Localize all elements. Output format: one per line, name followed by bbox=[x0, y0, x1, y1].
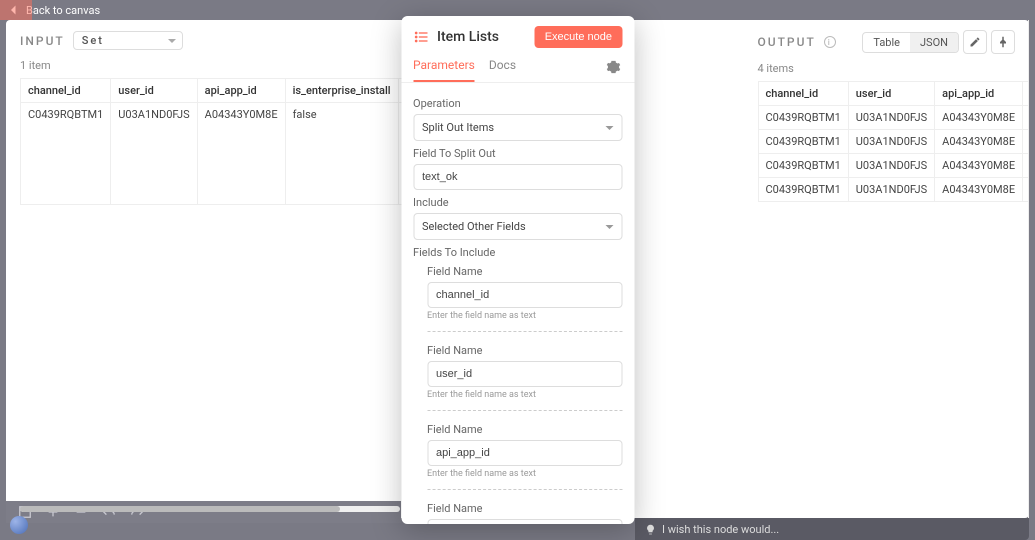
field-hint: Enter the field name as text bbox=[427, 311, 622, 321]
table-row: C0439RQBTM1U03A1ND0FJSA04343Y0M8Efalseja… bbox=[758, 130, 1029, 154]
include-field-item: Field Name Enter the field name as text bbox=[427, 265, 622, 321]
lightbulb-icon bbox=[645, 524, 656, 535]
node-settings-panel: Item Lists Execute node Parameters Docs … bbox=[401, 16, 634, 524]
back-label: Back to canvas bbox=[26, 4, 100, 17]
output-title: OUTPUT i bbox=[758, 35, 836, 49]
info-icon[interactable]: i bbox=[824, 36, 836, 48]
input-scrollbar[interactable] bbox=[20, 506, 400, 512]
cell: false bbox=[1023, 106, 1029, 130]
cell: C0439RQBTM1 bbox=[758, 178, 848, 202]
output-table: channel_iduser_idapi_app_idis_enterprise… bbox=[758, 81, 1030, 202]
node-settings-gear[interactable] bbox=[606, 60, 620, 77]
execute-node-button[interactable]: Execute node bbox=[535, 26, 622, 48]
field-name-label: Field Name bbox=[427, 344, 622, 357]
cell: C0439RQBTM1 bbox=[758, 130, 848, 154]
table-row: C0439RQBTM1U03A1ND0FJSA04343Y0M8Efalseru… bbox=[758, 154, 1029, 178]
node-title: Item Lists bbox=[413, 29, 499, 45]
table-row: C0439RQBTM1U03A1ND0FJSA04343Y0M8Efalseno… bbox=[758, 178, 1029, 202]
table-row: C0439RQBTM1U03A1ND0FJSA04343Y0M8Efalsety… bbox=[758, 106, 1029, 130]
cell: U03A1ND0FJS bbox=[111, 103, 197, 205]
cell: false bbox=[1023, 130, 1029, 154]
brand-corner bbox=[0, 0, 32, 20]
include-field-item: Field Name Enter the field name as text bbox=[427, 331, 622, 400]
cell: false bbox=[285, 103, 398, 205]
output-count: 4 items bbox=[758, 62, 1016, 75]
list-icon bbox=[413, 29, 429, 45]
col-user_id[interactable]: user_id bbox=[111, 79, 197, 103]
cell: U03A1ND0FJS bbox=[848, 106, 934, 130]
pencil-icon bbox=[969, 36, 981, 48]
field-name-label: Field Name bbox=[427, 265, 622, 278]
field-name-label: Field Name bbox=[427, 502, 622, 515]
field-name-label: Field Name bbox=[427, 423, 622, 436]
field-name-input[interactable] bbox=[427, 282, 622, 308]
gear-icon bbox=[606, 60, 620, 74]
fields-to-include-label: Fields To Include bbox=[413, 246, 622, 259]
field-name-input[interactable] bbox=[427, 519, 622, 524]
cell: A04343Y0M8E bbox=[197, 103, 285, 205]
col-is_enterprise_install[interactable]: is_enterprise_install bbox=[285, 79, 398, 103]
input-source-select[interactable]: Set bbox=[73, 31, 183, 50]
input-title: INPUT Set bbox=[20, 31, 183, 50]
tab-docs[interactable]: Docs bbox=[489, 54, 516, 82]
col-api_app_id[interactable]: api_app_id bbox=[197, 79, 285, 103]
cell: A04343Y0M8E bbox=[935, 178, 1023, 202]
cell: A04343Y0M8E bbox=[935, 154, 1023, 178]
cell: A04343Y0M8E bbox=[935, 130, 1023, 154]
cell: U03A1ND0FJS bbox=[848, 178, 934, 202]
cell: U03A1ND0FJS bbox=[848, 154, 934, 178]
include-field-item: Field NameEnter the field name as text bbox=[427, 489, 622, 524]
field-split-input[interactable] bbox=[413, 164, 622, 190]
col-is_enterprise_install[interactable]: is_enterprise_install bbox=[1023, 82, 1029, 106]
col-channel_id[interactable]: channel_id bbox=[21, 79, 111, 103]
wish-bar[interactable]: I wish this node would... bbox=[635, 518, 1029, 540]
parameters-body: Operation Split Out Items Field To Split… bbox=[401, 83, 634, 524]
output-view-table[interactable]: Table bbox=[863, 33, 910, 52]
output-view-toggle[interactable]: Table JSON bbox=[862, 32, 959, 53]
edit-output-button[interactable] bbox=[963, 30, 987, 54]
include-label: Include bbox=[413, 196, 622, 209]
cell: U03A1ND0FJS bbox=[848, 130, 934, 154]
include-field-item: Field Name Enter the field name as text bbox=[427, 410, 622, 479]
cell: C0439RQBTM1 bbox=[758, 154, 848, 178]
output-view-json[interactable]: JSON bbox=[910, 33, 958, 52]
cell: C0439RQBTM1 bbox=[758, 106, 848, 130]
operation-label: Operation bbox=[413, 97, 622, 110]
canvas-toolbar bbox=[6, 501, 401, 523]
pin-output-button[interactable] bbox=[991, 30, 1015, 54]
avatar[interactable] bbox=[10, 516, 28, 534]
col-channel_id[interactable]: channel_id bbox=[758, 82, 848, 106]
cell: false bbox=[1023, 178, 1029, 202]
cell: false bbox=[1023, 154, 1029, 178]
cell: C0439RQBTM1 bbox=[21, 103, 111, 205]
tab-parameters[interactable]: Parameters bbox=[413, 54, 475, 82]
col-user_id[interactable]: user_id bbox=[848, 82, 934, 106]
field-hint: Enter the field name as text bbox=[427, 469, 622, 479]
cell: A04343Y0M8E bbox=[935, 106, 1023, 130]
operation-select[interactable]: Split Out Items bbox=[413, 114, 622, 141]
include-select[interactable]: Selected Other Fields bbox=[413, 213, 622, 240]
field-split-label: Field To Split Out bbox=[413, 147, 622, 160]
field-hint: Enter the field name as text bbox=[427, 390, 622, 400]
pin-icon bbox=[997, 36, 1009, 48]
field-name-input[interactable] bbox=[427, 361, 622, 387]
col-api_app_id[interactable]: api_app_id bbox=[935, 82, 1023, 106]
field-name-input[interactable] bbox=[427, 440, 622, 466]
